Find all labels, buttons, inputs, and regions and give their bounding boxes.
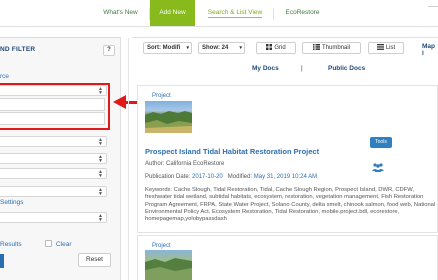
sort-label: Sort: Modifi xyxy=(147,45,181,51)
highlight-box xyxy=(0,83,110,130)
publication-date-value: 2017-10-20 xyxy=(192,174,223,180)
project-author: Author: California EcoRestore xyxy=(145,161,225,167)
tab-public-docs[interactable]: Public Docs xyxy=(328,65,365,72)
grid-label: Grid xyxy=(274,45,286,51)
settings-select[interactable]: ▲ ▼ xyxy=(0,212,107,223)
source-label: rce xyxy=(0,73,10,80)
doc-tab-separator: | xyxy=(301,65,303,72)
tab-whats-new[interactable]: What's New xyxy=(93,0,148,26)
select-arrow-icon: ▲ ▼ xyxy=(98,169,103,179)
tab-my-docs[interactable]: My Docs xyxy=(252,65,279,72)
show-select[interactable]: Show: 24 ▾ xyxy=(198,42,245,54)
reset-button[interactable]: Reset xyxy=(78,253,111,267)
tools-button[interactable]: Tools xyxy=(370,137,392,148)
project-thumbnail[interactable] xyxy=(145,101,192,133)
help-button[interactable]: ? xyxy=(103,45,115,56)
project-card: Project Tools Prospect Island Tidal Habi… xyxy=(137,85,438,233)
project-keywords: Keywords: Cache Slough, Tidal Restoratio… xyxy=(145,187,436,223)
grid-icon xyxy=(266,44,273,51)
project-dates: Publication Date: 2017-10-20 Modified: M… xyxy=(145,174,317,180)
publication-date-label: Publication Date: xyxy=(145,174,191,180)
modified-date-value: May 31, 2019 10:24 AM xyxy=(253,174,318,180)
sort-select[interactable]: Sort: Modifi ▾ xyxy=(143,42,192,54)
settings-label: Settings xyxy=(0,199,24,206)
modified-label: Modified: xyxy=(227,174,253,180)
filter-select-3[interactable]: ▲ ▼ xyxy=(0,168,107,179)
clear-label: Clear xyxy=(56,241,72,248)
toolbar-rule xyxy=(132,37,438,38)
thumbnail-label: Thumbnail xyxy=(321,45,350,51)
landscape-image-icon xyxy=(145,111,192,133)
results-label: Results xyxy=(0,241,22,248)
show-label: Show: 24 xyxy=(202,45,229,51)
project-type-label: Project xyxy=(152,93,171,99)
thumbnail-view-button[interactable]: Thumbnail xyxy=(302,42,361,54)
filter-panel: ND FILTER ? rce ▲ ▼ ▲ ▼ ▲ ▼ ▲ ▼ ▲ ▼ Settings … xyxy=(0,37,121,280)
thumbnail-list-icon xyxy=(312,44,320,51)
project-type-label: Project xyxy=(152,243,171,249)
select-arrow-icon: ▲ ▼ xyxy=(98,137,103,147)
select-arrow-icon: ▲ ▼ xyxy=(98,187,103,197)
nav-rule xyxy=(428,6,438,7)
nav-divider xyxy=(273,8,274,20)
list-icon xyxy=(376,44,384,51)
filter-select-4[interactable]: ▲ ▼ xyxy=(0,186,107,197)
panel-divider xyxy=(128,38,129,280)
users-icon[interactable] xyxy=(371,163,385,172)
project-thumbnail[interactable] xyxy=(145,250,192,280)
list-label: List xyxy=(385,45,396,51)
tab-ecorestore[interactable]: EcoRestore xyxy=(275,0,330,26)
tab-search-label: Search & List View xyxy=(207,9,263,18)
project-title-link[interactable]: Prospect Island Tidal Habitat Restoratio… xyxy=(145,147,319,156)
top-nav: What's New Add New Search & List View Ec… xyxy=(0,0,438,27)
search-button-edge[interactable] xyxy=(0,254,4,268)
project-card: Project xyxy=(137,235,438,280)
select-arrow-icon: ▲ ▼ xyxy=(98,154,103,164)
tab-add-new[interactable]: Add New xyxy=(150,0,195,26)
landscape-image-icon xyxy=(145,258,192,280)
list-view-button[interactable]: List xyxy=(368,42,404,54)
map-link[interactable]: Map l xyxy=(422,43,438,57)
filter-select-1[interactable]: ▲ ▼ xyxy=(0,136,107,147)
chevron-down-icon: ▾ xyxy=(186,45,189,51)
filter-title: ND FILTER xyxy=(0,46,36,53)
grid-view-button[interactable]: Grid xyxy=(256,42,296,54)
filter-select-2[interactable]: ▲ ▼ xyxy=(0,153,107,164)
chevron-down-icon: ▾ xyxy=(239,45,242,51)
tab-search-list-view[interactable]: Search & List View xyxy=(198,0,272,26)
clear-checkbox[interactable] xyxy=(45,240,52,247)
select-arrow-icon: ▲ ▼ xyxy=(98,213,103,223)
